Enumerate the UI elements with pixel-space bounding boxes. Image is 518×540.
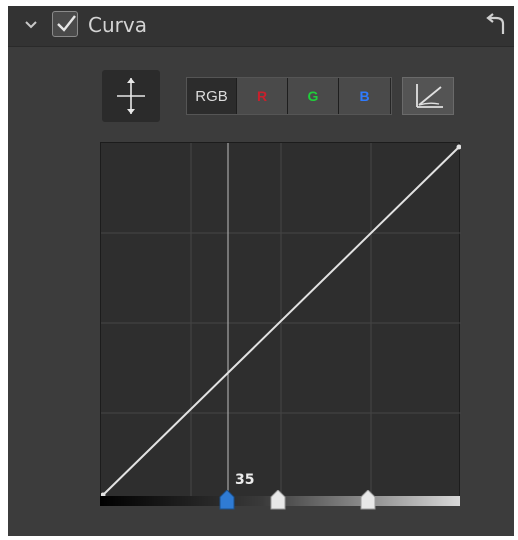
channel-green-label: G [307,88,319,104]
channel-rgb-button[interactable]: RGB [187,78,237,114]
channel-green-button[interactable]: G [288,78,339,114]
channel-red-label: R [256,88,268,104]
curve-svg [101,143,461,503]
chevron-down-icon[interactable] [23,17,39,33]
black-point-handle[interactable] [219,490,235,510]
midtone-handle[interactable] [270,490,286,510]
channel-red-button[interactable]: R [237,78,288,114]
curves-panel: Curva RGB R G B 35 [8,6,514,536]
move-point-icon [117,78,145,114]
checkmark-icon [57,15,76,32]
white-point-handle[interactable] [360,490,376,510]
panel-title: Curva [88,13,147,37]
undo-arrow-icon[interactable] [484,12,508,36]
panel-header: Curva [8,6,514,47]
channel-rgb-label: RGB [195,87,228,105]
channel-blue-label: B [359,88,370,104]
input-value-label: 35 [235,472,255,488]
enable-checkbox[interactable] [52,11,78,37]
linear-curve-icon [416,84,443,108]
curve-graph[interactable] [100,142,461,503]
channel-selector: RGB R G B [186,77,392,115]
linear-curve-button[interactable] [402,77,454,115]
move-point-tool-button[interactable] [102,70,160,122]
channel-blue-button[interactable]: B [339,78,390,114]
